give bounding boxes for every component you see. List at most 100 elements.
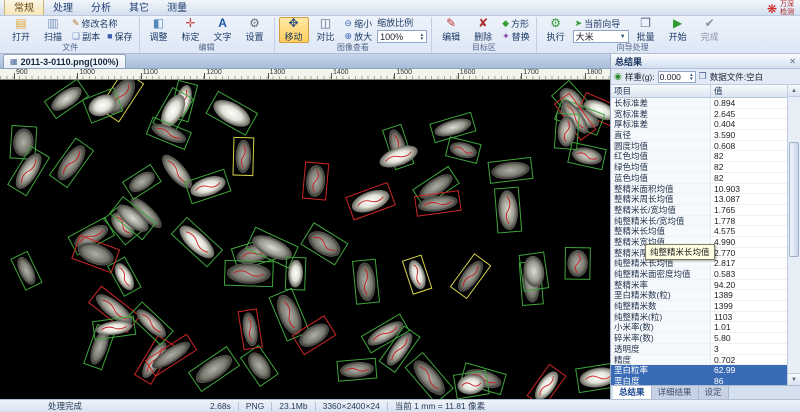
menu-tab-analysis[interactable]: 分析 xyxy=(82,0,120,15)
menu-tab-process[interactable]: 处理 xyxy=(44,0,82,15)
open-button[interactable]: ▤ 打开 xyxy=(6,17,36,43)
menu-tab-measure[interactable]: 测量 xyxy=(158,0,196,15)
results-table-body: 长标准差0.894宽标准差2.645厚标准差0.404直径3.590圆度均值0.… xyxy=(611,98,787,385)
document-tab[interactable]: ▦ 2011-3-0110.png(100%) xyxy=(3,54,126,68)
scroll-down-icon[interactable]: ▼ xyxy=(788,373,800,385)
result-item-value: 5.80 xyxy=(711,333,787,344)
application-window: 常规 处理 分析 其它 测量 ❋ 万深检测 ▤ 打开 ▥ 扫描 xyxy=(0,0,800,412)
result-row[interactable]: 圆度均值0.608 xyxy=(611,141,787,152)
menu-tab-other[interactable]: 其它 xyxy=(120,0,158,15)
result-row[interactable]: 垩白度86 xyxy=(611,376,787,385)
zoom-ratio-select[interactable]: 100% ▲▼ xyxy=(377,30,427,43)
result-row[interactable]: 精度0.702 xyxy=(611,355,787,366)
data-file-icon[interactable]: ❐ xyxy=(699,72,707,81)
current-wizard-select[interactable]: 大米 ▼ xyxy=(573,30,629,43)
brand-logo-icon: ❋ xyxy=(767,3,777,15)
result-row[interactable]: 小米率(数)1.01 xyxy=(611,322,787,333)
scroll-up-icon[interactable]: ▲ xyxy=(788,85,800,97)
finish-button[interactable]: ✔ 完成 xyxy=(695,17,725,43)
rename-button[interactable]: ✎ 修改名称 xyxy=(70,17,135,30)
copy-button[interactable]: ❏ 副本 xyxy=(70,30,102,43)
result-row[interactable]: 宽标准差2.645 xyxy=(611,109,787,120)
weight-input[interactable]: 0.000 ▲▼ xyxy=(658,71,696,83)
replace-button[interactable]: ✦ 替换 xyxy=(500,30,532,43)
save-button[interactable]: ■ 保存 xyxy=(105,30,134,43)
column-header-value[interactable]: 值 xyxy=(711,85,787,97)
rename-pencil-icon: ✎ xyxy=(72,19,80,28)
ruler-tick xyxy=(331,73,332,79)
compare-button[interactable]: ◫ 对比 xyxy=(311,17,341,43)
text-button[interactable]: A 文字 xyxy=(208,17,238,43)
target-delete-label: 删除 xyxy=(474,30,492,43)
zoom-in-button[interactable]: ⊕ 放大 xyxy=(343,30,375,43)
current-wizard-label: 当前向导 xyxy=(584,17,620,30)
result-row[interactable]: 垩白精米数(粒)1389 xyxy=(611,290,787,301)
result-row[interactable]: 蓝色均值82 xyxy=(611,173,787,184)
result-row[interactable]: 纯整精米(粒)1103 xyxy=(611,312,787,323)
run-label: 执行 xyxy=(547,30,565,43)
group-label-target: 目标区 xyxy=(436,43,532,53)
square-toggle[interactable]: ◆ 方形 xyxy=(500,17,532,30)
move-button[interactable]: ✥ 移动 xyxy=(279,17,309,43)
adjust-button[interactable]: ◧ 调整 xyxy=(144,17,174,43)
status-separator xyxy=(271,402,272,411)
run-button[interactable]: ⚙ 执行 xyxy=(541,17,571,43)
zoom-out-button[interactable]: ⊖ 缩小 xyxy=(343,17,375,30)
start-button[interactable]: ▶ 开始 xyxy=(663,17,693,43)
result-row[interactable]: 纯整精米面密度均值0.583 xyxy=(611,269,787,280)
open-label: 打开 xyxy=(12,30,30,43)
results-panel-toolbar: ◉ 样重(g): 0.000 ▲▼ ❐ 数据文件:空白 xyxy=(611,69,800,85)
result-row[interactable]: 纯整精米长/宽均值1.778 xyxy=(611,216,787,227)
target-delete-button[interactable]: ✘ 删除 xyxy=(468,17,498,43)
column-header-item[interactable]: 项目 xyxy=(611,85,711,97)
target-edit-button[interactable]: ✎ 编辑 xyxy=(436,17,466,43)
result-row[interactable]: 透明度3 xyxy=(611,344,787,355)
results-table-header: 项目 值 xyxy=(611,85,787,98)
result-row[interactable]: 碎米率(数)5.80 xyxy=(611,333,787,344)
tab-detail-results[interactable]: 详细结果 xyxy=(652,386,699,399)
sample-icon[interactable]: ◉ xyxy=(614,72,622,81)
batch-button[interactable]: ❒ 批量 xyxy=(631,17,661,43)
pan-move-icon: ✥ xyxy=(289,17,299,30)
results-table: 项目 值 长标准差0.894宽标准差2.645厚标准差0.404直径3.590圆… xyxy=(611,85,800,385)
result-row[interactable]: 厚标准差0.404 xyxy=(611,119,787,130)
document-tab-bar: ▦ 2011-3-0110.png(100%) xyxy=(0,54,610,69)
result-row[interactable]: 垩白粒率62.99 xyxy=(611,365,787,376)
result-row[interactable]: 纯整精米数1399 xyxy=(611,301,787,312)
scanner-icon: ▥ xyxy=(47,17,58,30)
image-viewport[interactable] xyxy=(0,80,610,399)
tab-settings[interactable]: 设定 xyxy=(699,386,729,399)
scan-button[interactable]: ▥ 扫描 xyxy=(38,17,68,43)
save-label: 保存 xyxy=(115,30,133,43)
result-row[interactable]: 长标准差0.894 xyxy=(611,98,787,109)
square-diamond-icon: ◆ xyxy=(502,19,509,28)
result-item-label: 纯整精米长/宽均值 xyxy=(611,216,711,227)
weight-spinner-icon[interactable]: ▲▼ xyxy=(689,73,693,81)
result-row[interactable]: 整精米长均值4.575 xyxy=(611,226,787,237)
result-row[interactable]: 整精米周长均值13.087 xyxy=(611,194,787,205)
image-file-icon: ▦ xyxy=(10,57,18,66)
finish-label: 完成 xyxy=(701,30,719,43)
menu-tab-general[interactable]: 常规 xyxy=(4,0,44,15)
result-row[interactable]: 整精米率94.20 xyxy=(611,280,787,291)
result-row[interactable]: 绿色均值82 xyxy=(611,162,787,173)
result-row[interactable]: 整精米面积均值10.903 xyxy=(611,184,787,195)
calibrate-button[interactable]: ✛ 标定 xyxy=(176,17,206,43)
result-row[interactable]: 红色均值82 xyxy=(611,151,787,162)
status-separator xyxy=(238,402,239,411)
scan-label: 扫描 xyxy=(44,30,62,43)
tab-total-results[interactable]: 总结果 xyxy=(613,386,652,399)
finish-check-icon: ✔ xyxy=(705,17,715,30)
scrollbar-thumb[interactable] xyxy=(789,142,799,257)
brand-logo: ❋ 万深检测 xyxy=(767,1,796,17)
vertical-scrollbar[interactable]: ▲ ▼ xyxy=(787,85,800,385)
result-item-value: 82 xyxy=(711,151,787,162)
ribbon-group-file: ▤ 打开 ▥ 扫描 ✎ 修改名称 ❏ 副本 xyxy=(2,17,139,53)
settings-button[interactable]: ⚙ 设置 xyxy=(240,17,270,43)
adjust-icon: ◧ xyxy=(153,17,164,30)
panel-close-icon[interactable]: ✕ xyxy=(789,57,796,66)
group-label-edit: 编辑 xyxy=(144,43,270,53)
result-row[interactable]: 整精米长/宽均值1.765 xyxy=(611,205,787,216)
zoom-spinner-icon[interactable]: ▲▼ xyxy=(420,33,424,41)
result-row[interactable]: 直径3.590 xyxy=(611,130,787,141)
